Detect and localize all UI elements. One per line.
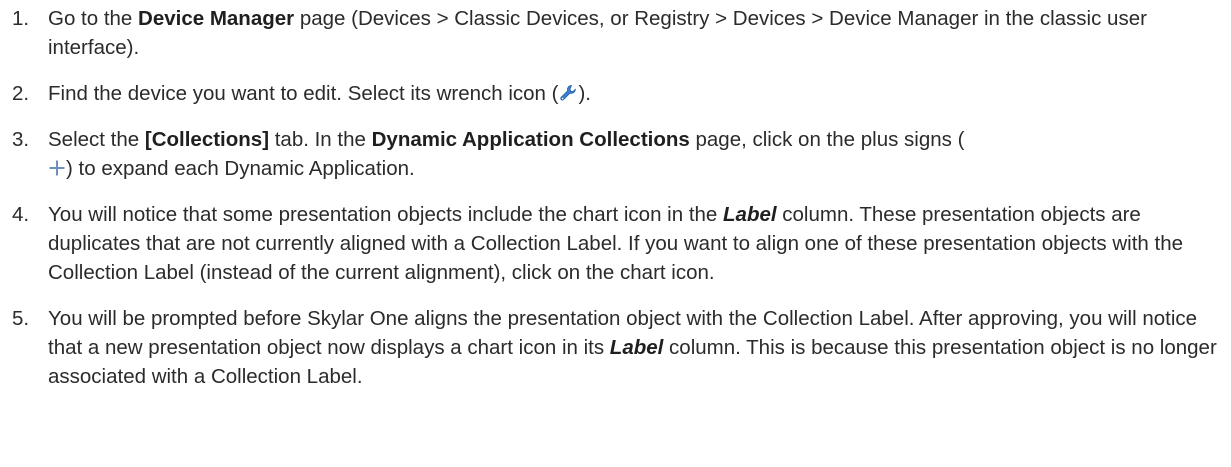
step-1: 1. Go to the Device Manager page (Device… xyxy=(0,4,1231,62)
ui-term-dynamic-application-collections: Dynamic Application Collections xyxy=(371,128,690,151)
step-number: 3. xyxy=(12,128,30,151)
step-4: 4. You will notice that some presentatio… xyxy=(0,200,1231,287)
step-number: 5. xyxy=(12,307,30,330)
step-text: Find the device you want to edit. Select… xyxy=(48,82,559,105)
step-text: ). xyxy=(578,82,592,105)
wrench-icon xyxy=(559,81,577,101)
ui-term-label-column: Label xyxy=(723,203,777,226)
step-text: page, click on the plus signs ( xyxy=(689,128,965,151)
step-text: Go to the xyxy=(48,7,139,30)
step-5: 5. You will be prompted before Skylar On… xyxy=(0,304,1231,391)
plus-icon xyxy=(48,156,66,176)
step-text: You will notice that some presentation o… xyxy=(48,203,724,226)
step-text: tab. In the xyxy=(269,128,372,151)
step-3: 3. Select the [Collections] tab. In the … xyxy=(0,125,1231,183)
step-number: 4. xyxy=(12,203,30,226)
step-2: 2. Find the device you want to edit. Sel… xyxy=(0,79,1231,108)
ui-term-device-manager: Device Manager xyxy=(138,7,295,30)
step-number: 1. xyxy=(12,7,30,30)
procedure-steps: 1. Go to the Device Manager page (Device… xyxy=(0,4,1231,391)
step-text: ) to expand each Dynamic Application. xyxy=(66,157,415,180)
ui-term-label-column: Label xyxy=(609,336,664,359)
step-text: Select the xyxy=(48,128,145,151)
ui-term-collections-tab: [Collections] xyxy=(144,128,270,151)
step-number: 2. xyxy=(12,82,30,105)
